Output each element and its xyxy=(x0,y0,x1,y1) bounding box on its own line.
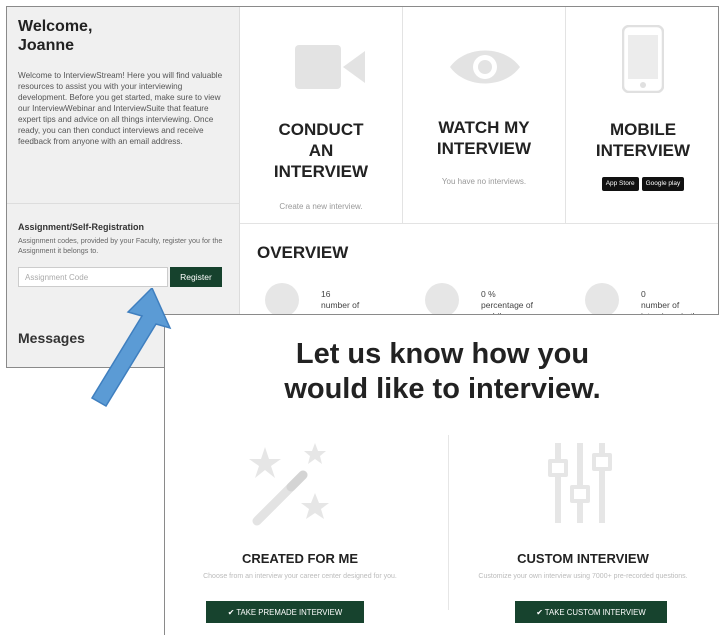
register-button[interactable]: Register xyxy=(170,267,222,287)
conduct-title: CONDUCT AN INTERVIEW xyxy=(240,119,402,182)
option-title: CREATED FOR ME xyxy=(241,551,359,566)
overview-label: percentage of xyxy=(481,300,533,310)
overview-label: number of xyxy=(321,300,360,310)
option-title: CUSTOM INTERVIEW xyxy=(517,551,649,566)
assignment-code-input[interactable] xyxy=(18,267,168,287)
conduct-interview-tile[interactable]: CONDUCT AN INTERVIEW Create a new interv… xyxy=(240,7,403,223)
overview-value: 16 xyxy=(321,289,331,299)
option-description: Customize your own interview using 7000+… xyxy=(478,573,688,580)
conduct-title-line: INTERVIEW xyxy=(273,162,369,181)
overview-title: OVERVIEW xyxy=(257,243,349,262)
smartphone-icon xyxy=(622,25,664,93)
overview-value: 0 xyxy=(641,289,646,299)
divider xyxy=(7,203,240,204)
mobile-title-line: INTERVIEW xyxy=(595,141,691,160)
custom-interview-option: CUSTOM INTERVIEW Customize your own inte… xyxy=(448,315,718,636)
option-description: Choose from an interview your career cen… xyxy=(203,573,397,580)
watch-title: WATCH MY INTERVIEW xyxy=(403,117,565,159)
overview-label: number of xyxy=(641,300,680,310)
divider xyxy=(240,223,718,224)
eye-icon xyxy=(450,50,520,84)
user-name: Joanne xyxy=(18,37,75,54)
watch-title-line: WATCH MY xyxy=(438,118,530,137)
mobile-interview-tile[interactable]: MOBILE INTERVIEW App Store Google play xyxy=(566,7,718,223)
messages-title: Messages xyxy=(18,330,85,346)
overview-value: 0 % xyxy=(481,289,496,299)
conduct-title-line: CONDUCT xyxy=(278,120,364,139)
welcome-heading: Welcome, Joanne xyxy=(18,17,168,55)
take-premade-interview-button[interactable]: ✔ TAKE PREMADE INTERVIEW xyxy=(206,601,364,623)
edit-icon xyxy=(265,283,299,317)
conduct-title-line: AN xyxy=(308,141,334,160)
video-icon xyxy=(585,283,619,317)
app-store-badge[interactable]: App Store xyxy=(601,177,639,191)
overview-text: 16 number of xyxy=(321,289,407,311)
watch-title-line: INTERVIEW xyxy=(436,139,532,158)
welcome-text: Welcome to InterviewStream! Here you wil… xyxy=(18,71,223,146)
interview-choice-modal: Let us know how you would like to interv… xyxy=(164,314,719,635)
watch-interview-tile[interactable]: WATCH MY INTERVIEW You have no interview… xyxy=(403,7,566,223)
phone-icon xyxy=(425,283,459,317)
store-badges: App Store Google play xyxy=(566,177,718,191)
magic-wand-icon xyxy=(249,443,329,526)
sliders-icon xyxy=(548,443,612,523)
conduct-subtitle: Create a new interview. xyxy=(279,202,363,211)
take-custom-interview-button[interactable]: ✔ TAKE CUSTOM INTERVIEW xyxy=(515,601,667,623)
mobile-title-line: MOBILE xyxy=(609,120,677,139)
google-play-badge[interactable]: Google play xyxy=(641,177,685,191)
created-for-me-option: CREATED FOR ME Choose from an interview … xyxy=(165,315,435,636)
welcome-line: Welcome, xyxy=(18,18,93,35)
mobile-title: MOBILE INTERVIEW xyxy=(566,119,718,161)
pointer-arrow-icon xyxy=(90,288,172,408)
watch-subtitle: You have no interviews. xyxy=(441,177,527,186)
assignment-text: Assignment codes, provided by your Facul… xyxy=(18,236,223,255)
video-camera-icon xyxy=(295,45,365,89)
assignment-title: Assignment/Self-Registration xyxy=(18,222,145,232)
